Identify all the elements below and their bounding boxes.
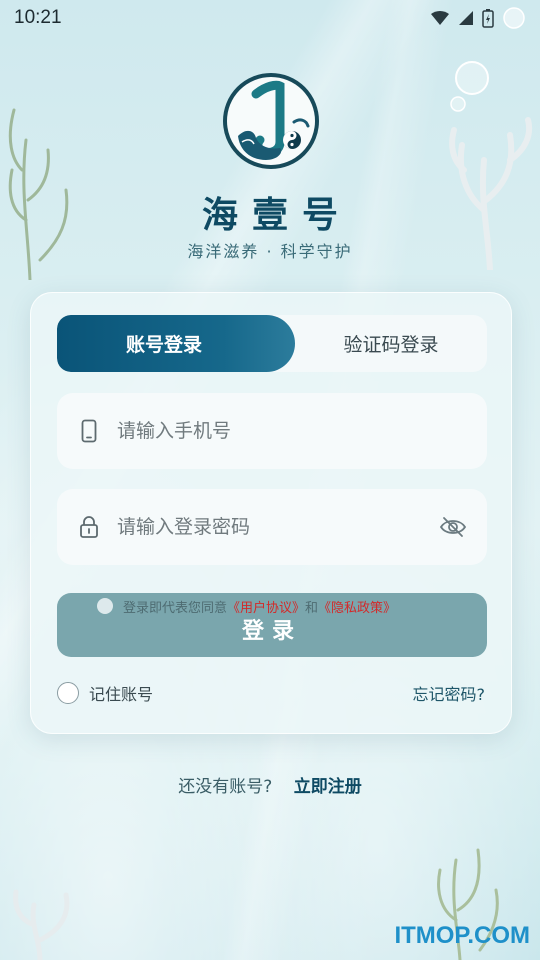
remember-account[interactable]: 记住账号: [57, 681, 153, 705]
agreement-prefix: 登录即代表您同意: [123, 600, 228, 616]
tab-account-login[interactable]: 账号登录: [57, 315, 295, 372]
status-icons: [430, 6, 526, 30]
signal-icon: [459, 11, 473, 25]
wifi-icon: [431, 11, 449, 25]
register-link[interactable]: 立即注册: [294, 777, 362, 797]
agreement-checkbox[interactable]: [97, 598, 113, 614]
agreement-conjunction: 和: [305, 600, 319, 616]
forgot-password-link[interactable]: 忘记密码?: [413, 681, 486, 705]
brand-subtitle: 海洋滋养 · 科学守护: [187, 242, 353, 261]
remember-checkbox[interactable]: [57, 682, 79, 704]
login-button-label: 登录: [241, 619, 302, 644]
bubble-decoration: [450, 61, 489, 112]
phone-field[interactable]: [57, 393, 487, 469]
login-tabs: 账号登录 验证码登录: [57, 315, 487, 372]
coral-bottom-left-decoration: [13, 889, 70, 960]
agreement-row: 登录即代表您同意 《用户协议》 和 《隐私政策》: [97, 595, 396, 617]
login-card: 账号登录 验证码登录 登录 登录即代表您同: [30, 292, 512, 734]
remember-label: 记住账号: [89, 685, 154, 704]
lock-icon: [77, 513, 101, 541]
phone-icon: [77, 417, 101, 445]
eye-off-icon[interactable]: [439, 515, 467, 539]
password-input[interactable]: [117, 516, 439, 538]
signal-outline-icon: [503, 7, 525, 29]
watermark-logo: ITMOP.COM: [394, 922, 530, 949]
brand-title: 海壹号: [201, 195, 352, 236]
status-time: 10:21: [14, 7, 62, 28]
password-field[interactable]: [57, 489, 487, 565]
brand-logo-icon: [223, 73, 319, 169]
user-agreement-link[interactable]: 《用户协议》: [227, 597, 305, 616]
phone-input[interactable]: [117, 420, 467, 442]
privacy-policy-link[interactable]: 《隐私政策》: [318, 597, 396, 616]
tab-code-login[interactable]: 验证码登录: [295, 315, 487, 372]
register-row: 还没有账号? 立即注册: [0, 772, 540, 797]
battery-icon: [482, 9, 494, 28]
status-bar: 10:21: [0, 0, 540, 36]
register-question: 还没有账号?: [178, 777, 273, 797]
